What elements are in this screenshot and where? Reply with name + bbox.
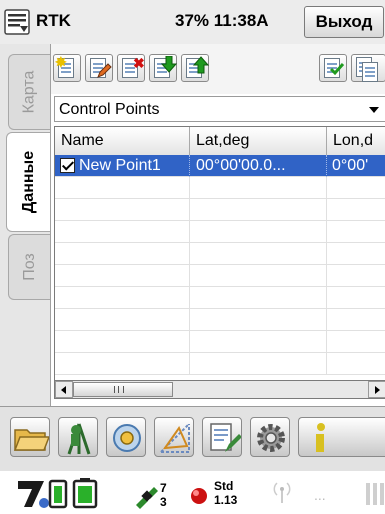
scrollbar-thumb[interactable] xyxy=(73,382,173,397)
table-header: Name Lat,deg Lon,d xyxy=(55,127,385,156)
new-point-icon[interactable]: ✸ xyxy=(53,54,81,82)
table-row xyxy=(55,331,385,353)
radio-signal-icon xyxy=(273,482,291,503)
battery-icon xyxy=(72,478,98,509)
points-toolbar: ✸ ✖ xyxy=(51,44,385,94)
precision-value: 1.13 xyxy=(214,493,238,507)
scroll-left-button[interactable] xyxy=(55,381,73,398)
solution-indicator-icon xyxy=(191,488,207,504)
receiver-icon[interactable] xyxy=(14,477,68,511)
column-header-lon[interactable]: Lon,d xyxy=(327,127,385,155)
chevron-down-icon xyxy=(369,107,379,113)
stakeout-icon[interactable] xyxy=(106,417,146,457)
export-icon[interactable] xyxy=(181,54,209,82)
battery-clock-status: 37% 11:38A xyxy=(175,11,269,30)
status-bar: 7 3 Std 1.13 ... xyxy=(0,471,385,514)
start-menu-icon[interactable] xyxy=(3,8,31,36)
exit-button[interactable]: Выход xyxy=(304,6,384,38)
checklist-icon[interactable] xyxy=(319,54,347,82)
side-tab-strip: Карта Данные Поз xyxy=(0,44,52,406)
arrow-right-icon xyxy=(375,386,380,394)
data-panel: ✸ ✖ Control Points Name Lat,deg Lon,d Ne… xyxy=(50,44,385,406)
settings-icon[interactable] xyxy=(250,417,290,457)
table-row xyxy=(55,265,385,287)
info-icon[interactable] xyxy=(298,417,385,457)
grip-icon xyxy=(114,386,124,393)
column-header-name[interactable]: Name xyxy=(55,127,190,155)
tab-position[interactable]: Поз xyxy=(8,234,50,300)
cogo-icon[interactable] xyxy=(154,417,194,457)
link-status: ... xyxy=(314,487,326,503)
tab-data[interactable]: Данные xyxy=(6,132,52,232)
delete-point-icon[interactable]: ✖ xyxy=(117,54,145,82)
app-title: RTK xyxy=(36,11,71,30)
table-row xyxy=(55,287,385,309)
table-row xyxy=(55,221,385,243)
memory-icon xyxy=(366,483,384,505)
satellites-used: 3 xyxy=(160,495,167,509)
dataset-select-value: Control Points xyxy=(59,101,160,118)
points-table[interactable]: Name Lat,deg Lon,d New Point1 00°00'00.0… xyxy=(54,126,385,381)
edit-point-icon[interactable] xyxy=(85,54,113,82)
title-bar: RTK 37% 11:38A Выход xyxy=(0,0,385,45)
tab-map-label: Карта xyxy=(20,70,38,114)
satellites-count: 7 xyxy=(160,481,167,495)
column-header-lat[interactable]: Lat,deg xyxy=(190,127,327,155)
table-row[interactable]: New Point1 00°00'00.0... 0°00' xyxy=(55,155,385,177)
tab-position-label: Поз xyxy=(20,253,38,281)
survey-icon[interactable] xyxy=(58,417,98,457)
cell-name: New Point1 xyxy=(55,155,190,177)
row-checkbox[interactable] xyxy=(60,158,75,173)
satellite-icon xyxy=(136,487,158,509)
import-icon[interactable] xyxy=(149,54,177,82)
table-row xyxy=(55,309,385,331)
table-row xyxy=(55,199,385,221)
tab-data-label: Данные xyxy=(20,150,38,214)
point-name: New Point1 xyxy=(79,157,161,174)
table-row xyxy=(55,177,385,199)
copy-icon[interactable] xyxy=(351,54,385,82)
tab-map[interactable]: Карта xyxy=(8,54,50,130)
table-row xyxy=(55,243,385,265)
cell-lon: 0°00' xyxy=(327,155,385,177)
arrow-left-icon xyxy=(61,386,66,394)
bottom-panel: 7 3 Std 1.13 ... xyxy=(0,406,385,514)
cell-lat: 00°00'00.0... xyxy=(190,155,327,177)
horizontal-scrollbar[interactable] xyxy=(54,381,385,399)
notes-icon[interactable] xyxy=(202,417,242,457)
table-row xyxy=(55,353,385,375)
solution-type: Std xyxy=(214,479,234,493)
scroll-right-button[interactable] xyxy=(368,381,385,398)
dataset-select[interactable]: Control Points xyxy=(54,96,385,122)
folder-icon[interactable] xyxy=(10,417,50,457)
